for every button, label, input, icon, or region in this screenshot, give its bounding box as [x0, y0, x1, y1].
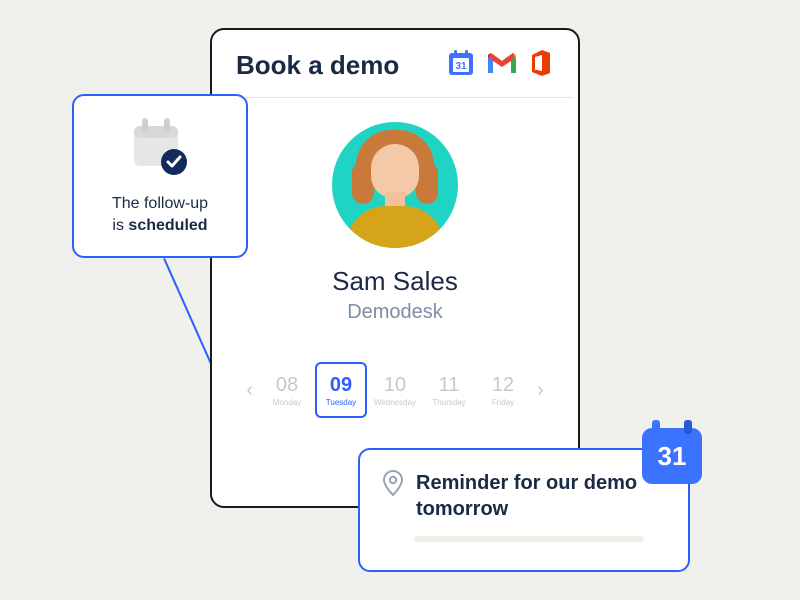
- profile-company: Demodesk: [347, 301, 443, 324]
- google-calendar-icon: 31: [446, 48, 476, 83]
- followup-text: The follow-up is scheduled: [112, 193, 208, 236]
- gmail-icon: [486, 48, 518, 83]
- office-icon: [528, 48, 554, 83]
- date-day: 09: [330, 374, 352, 397]
- date-day: 11: [439, 374, 460, 397]
- date-cell-0[interactable]: 08 Monday: [261, 362, 313, 418]
- date-label: Friday: [492, 398, 514, 407]
- card-header: Book a demo 31: [212, 30, 578, 97]
- date-cell-4[interactable]: 12 Friday: [477, 362, 529, 418]
- date-cell-3[interactable]: 11 Thursday: [423, 362, 475, 418]
- location-pin-icon: [382, 470, 404, 501]
- followup-line1: The follow-up: [112, 195, 208, 212]
- followup-line2-prefix: is: [112, 217, 128, 234]
- avatar: [332, 122, 458, 248]
- date-day: 10: [384, 374, 406, 397]
- date-label: Wednesday: [374, 398, 416, 407]
- date-next-button[interactable]: ›: [531, 379, 550, 402]
- calendar-badge-number: 31: [658, 441, 687, 472]
- reminder-progress-bar: [414, 536, 644, 542]
- calendar-date-text: 31: [455, 61, 467, 72]
- date-cell-2[interactable]: 10 Wednesday: [369, 362, 421, 418]
- profile-name: Sam Sales: [332, 266, 458, 297]
- date-label: Monday: [273, 398, 301, 407]
- followup-line2-bold: scheduled: [128, 217, 207, 234]
- date-day: 08: [276, 374, 298, 397]
- integration-icons: 31: [446, 48, 554, 83]
- reminder-text: Reminder for our demo tomorrow: [416, 470, 666, 522]
- date-label: Thursday: [432, 398, 465, 407]
- date-day: 12: [492, 374, 514, 397]
- page-title: Book a demo: [236, 50, 399, 81]
- date-cell-1[interactable]: 09 Tuesday: [315, 362, 367, 418]
- profile-section: Sam Sales Demodesk: [212, 98, 578, 334]
- calendar-check-icon: [128, 116, 192, 183]
- date-picker: ‹ 08 Monday 09 Tuesday 10 Wednesday 11 T…: [212, 362, 578, 418]
- date-prev-button[interactable]: ‹: [240, 379, 259, 402]
- google-calendar-badge: 31: [642, 428, 702, 484]
- date-label: Tuesday: [326, 398, 356, 407]
- followup-card: The follow-up is scheduled: [72, 94, 248, 258]
- connector-line: [163, 258, 213, 367]
- reminder-card: Reminder for our demo tomorrow 31: [358, 448, 690, 572]
- book-demo-card: Book a demo 31: [210, 28, 580, 508]
